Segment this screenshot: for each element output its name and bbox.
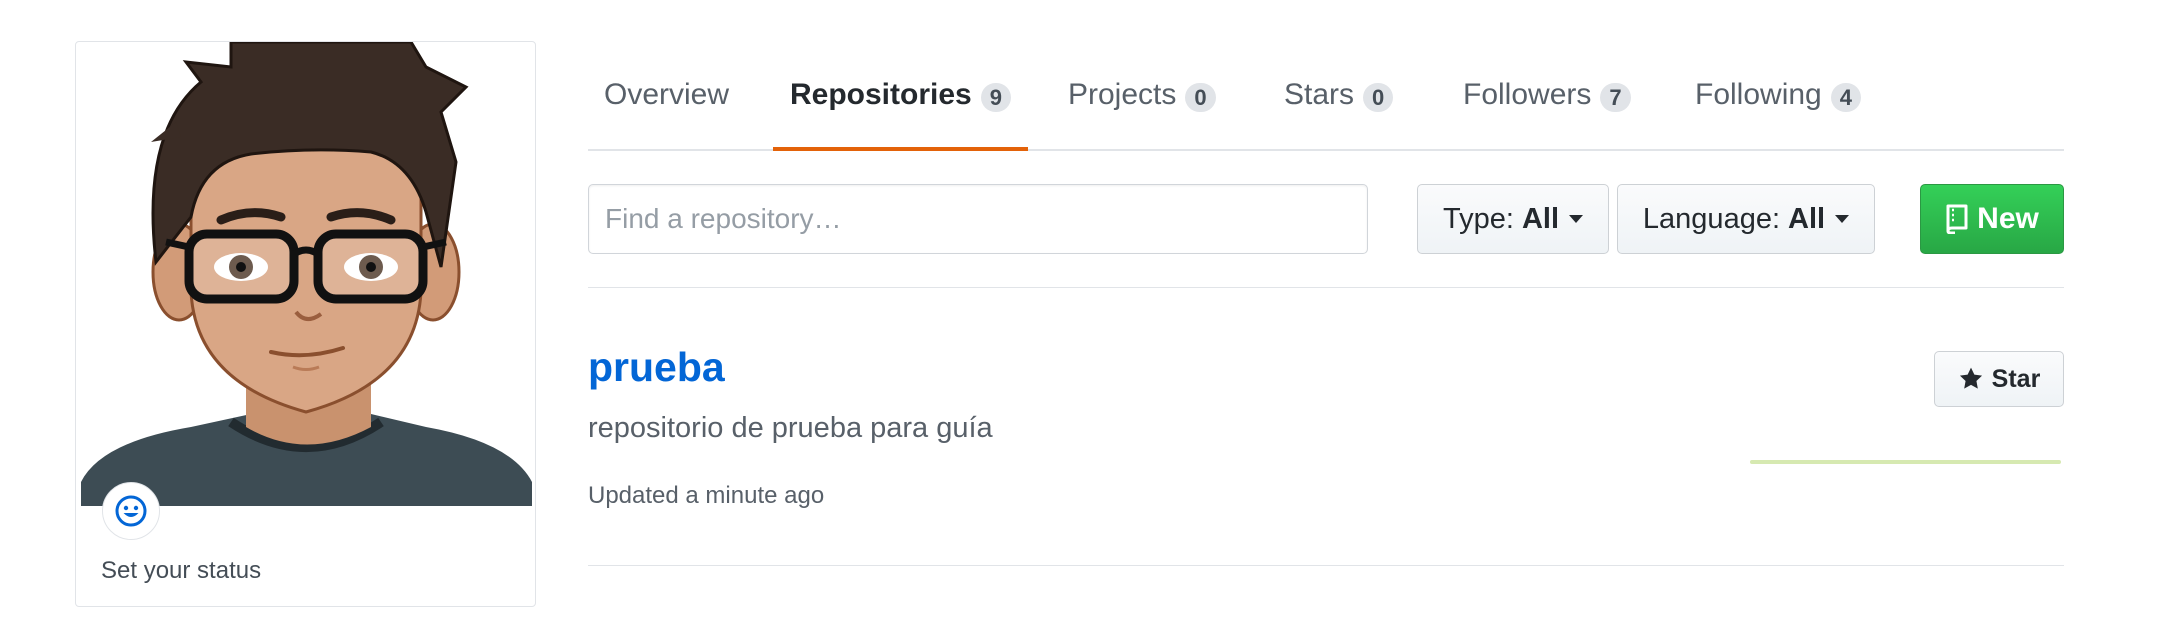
- repository-filter-bar: Type: All Language: All New: [588, 184, 2064, 288]
- repository-updated-time: Updated a minute ago: [588, 482, 825, 509]
- type-filter-dropdown[interactable]: Type: All: [1417, 184, 1609, 254]
- tab-label: Followers: [1463, 78, 1592, 111]
- repository-list-item: prueba repositorio de prueba para guía U…: [588, 288, 2064, 566]
- language-filter-value: All: [1788, 202, 1826, 235]
- tab-projects[interactable]: Projects 0: [1068, 78, 1216, 151]
- language-filter-label: Language:: [1642, 202, 1781, 235]
- star-icon: [1959, 367, 1982, 389]
- avatar-illustration: [81, 42, 532, 506]
- tab-counter: 4: [1830, 83, 1861, 112]
- tab-overview[interactable]: Overview: [604, 78, 729, 151]
- caret-down-icon: [1569, 215, 1583, 223]
- repository-description: repositorio de prueba para guía: [588, 412, 993, 444]
- tab-stars[interactable]: Stars 0: [1284, 78, 1394, 151]
- repository-name-link[interactable]: prueba: [588, 344, 725, 391]
- tab-label: Stars: [1284, 78, 1355, 111]
- type-filter-value: All: [1521, 202, 1559, 235]
- tab-label: Following: [1695, 78, 1822, 111]
- activity-sparkline: [1750, 460, 2061, 464]
- caret-down-icon: [1835, 215, 1850, 223]
- language-filter-dropdown[interactable]: Language: All: [1617, 184, 1875, 254]
- tab-label: Projects: [1068, 78, 1177, 111]
- tab-counter: 9: [980, 83, 1011, 112]
- star-button[interactable]: Star: [1934, 351, 2064, 407]
- find-repository-input[interactable]: [588, 184, 1368, 254]
- set-status-button[interactable]: [102, 482, 160, 540]
- tab-label: Repositories: [790, 78, 972, 111]
- new-repository-button[interactable]: New: [1920, 184, 2064, 254]
- tab-counter: 0: [1363, 83, 1394, 112]
- tab-following[interactable]: Following 4: [1695, 78, 1861, 151]
- repo-icon: [1946, 204, 1968, 234]
- tab-repositories[interactable]: Repositories 9: [773, 78, 1028, 151]
- profile-card: Set your status: [75, 41, 536, 607]
- tab-label: Overview: [604, 78, 730, 111]
- avatar[interactable]: [81, 42, 532, 506]
- smiley-icon: [115, 495, 147, 527]
- tab-counter: 0: [1185, 83, 1216, 112]
- tab-counter: 7: [1600, 83, 1631, 112]
- star-button-label: Star: [1991, 364, 2041, 393]
- set-status-label[interactable]: Set your status: [101, 557, 261, 585]
- profile-tabs: Overview Repositories 9 Projects 0 Stars…: [588, 60, 2064, 151]
- type-filter-label: Type:: [1443, 202, 1514, 235]
- new-button-label: New: [1977, 202, 2039, 235]
- tab-followers[interactable]: Followers 7: [1463, 78, 1631, 151]
